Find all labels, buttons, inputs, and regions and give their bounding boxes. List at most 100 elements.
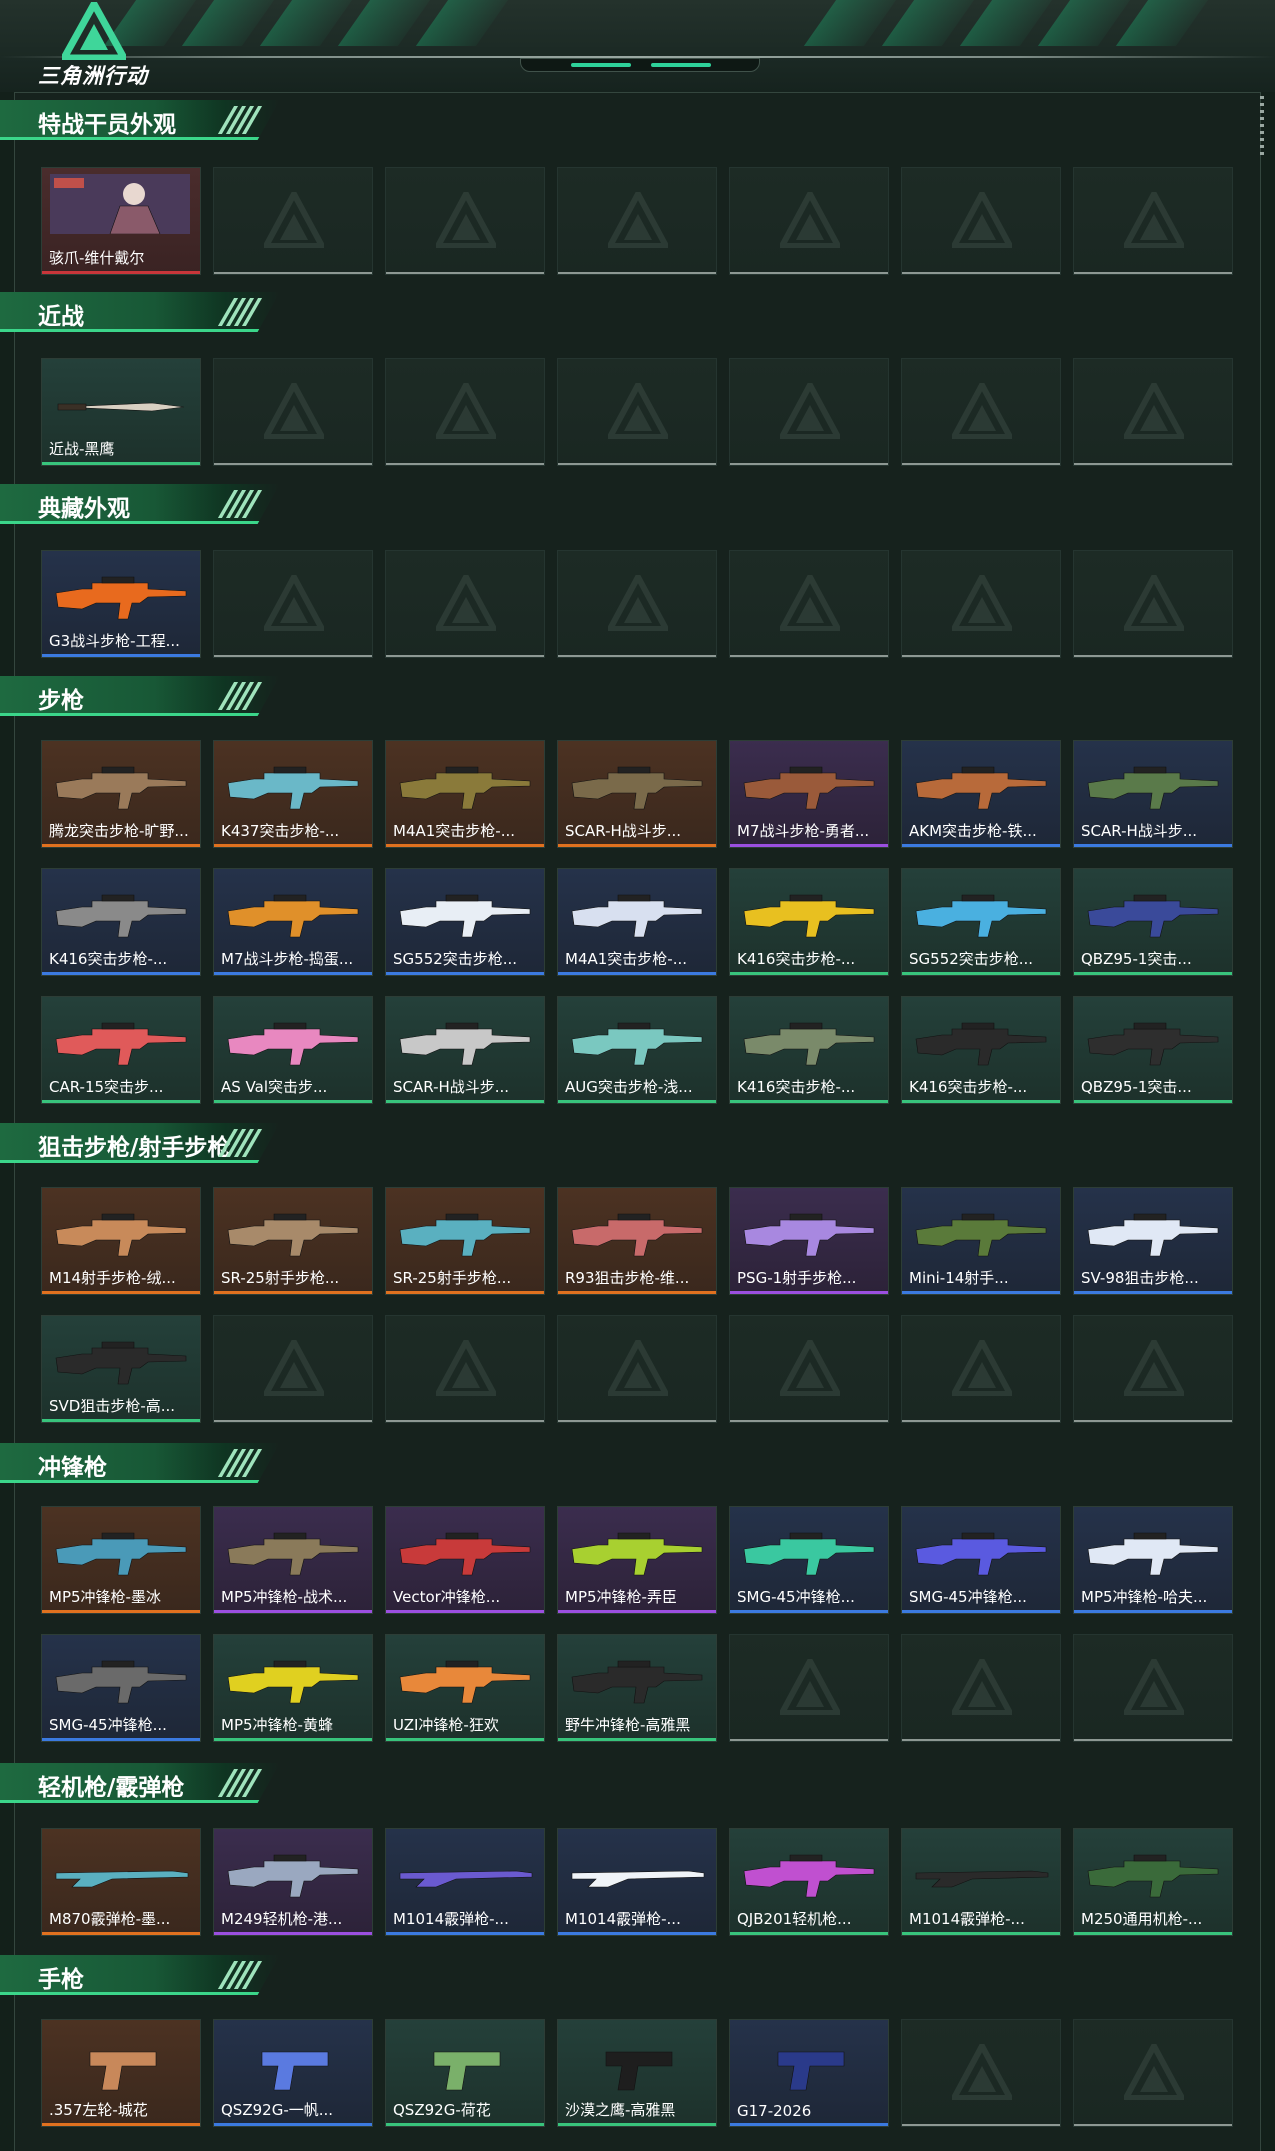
item-name: M7战斗步枪-捣蛋...: [221, 950, 354, 968]
item-card[interactable]: K416突击步枪-...: [729, 996, 889, 1104]
empty-slot-emblem-icon: [608, 192, 668, 248]
item-card[interactable]: M1014霰弹枪-...: [901, 1828, 1061, 1936]
item-card[interactable]: MP5冲锋枪-墨冰: [41, 1506, 201, 1614]
item-card[interactable]: QBZ95-1突击...: [1073, 996, 1233, 1104]
item-card[interactable]: AS Val突击步...: [213, 996, 373, 1104]
empty-slot-bar: [386, 1420, 544, 1422]
item-card[interactable]: K416突击步枪-...: [41, 868, 201, 976]
item-card[interactable]: SCAR-H战斗步...: [1073, 740, 1233, 848]
rarity-bar: [214, 1610, 372, 1613]
item-name: G3战斗步枪-工程...: [49, 632, 180, 650]
rarity-bar: [214, 1738, 372, 1741]
scroll-indicator[interactable]: [1260, 96, 1264, 156]
item-card[interactable]: QBZ95-1突击...: [1073, 868, 1233, 976]
empty-slot-bar: [902, 272, 1060, 274]
item-card[interactable]: SCAR-H战斗步...: [385, 996, 545, 1104]
item-card[interactable]: R93狙击步枪-维...: [557, 1187, 717, 1295]
rarity-bar: [42, 1291, 200, 1294]
item-card[interactable]: M4A1突击步枪-...: [385, 740, 545, 848]
item-card[interactable]: 腾龙突击步枪-旷野...: [41, 740, 201, 848]
item-name: 骇爪-维什戴尔: [49, 249, 145, 267]
item-card[interactable]: G17-2026: [729, 2019, 889, 2127]
rarity-bar: [214, 2123, 372, 2126]
item-card[interactable]: K416突击步枪-...: [729, 868, 889, 976]
empty-slot-emblem-icon: [264, 575, 324, 631]
item-card[interactable]: M14射手步枪-绒...: [41, 1187, 201, 1295]
item-card[interactable]: M250通用机枪-...: [1073, 1828, 1233, 1936]
item-card[interactable]: 沙漠之鹰-高雅黑: [557, 2019, 717, 2127]
item-name: M250通用机枪-...: [1081, 1910, 1203, 1928]
item-card[interactable]: Mini-14射手...: [901, 1187, 1061, 1295]
item-card[interactable]: M249轻机枪-港...: [213, 1828, 373, 1936]
item-card[interactable]: Vector冲锋枪...: [385, 1506, 545, 1614]
item-card[interactable]: SG552突击步枪...: [901, 868, 1061, 976]
item-card[interactable]: MP5冲锋枪-弄臣: [557, 1506, 717, 1614]
item-card[interactable]: SV-98狙击步枪...: [1073, 1187, 1233, 1295]
header-slash-decoration: [217, 490, 263, 518]
rarity-bar: [902, 844, 1060, 847]
empty-slot-emblem-icon: [780, 1340, 840, 1396]
item-card[interactable]: QJB201轻机枪...: [729, 1828, 889, 1936]
item-name: QBZ95-1突击...: [1081, 950, 1192, 968]
item-card[interactable]: AKM突击步枪-铁...: [901, 740, 1061, 848]
item-card[interactable]: 近战-黑鹰: [41, 358, 201, 466]
item-card[interactable]: K437突击步枪-...: [213, 740, 373, 848]
item-card[interactable]: MP5冲锋枪-哈夫...: [1073, 1506, 1233, 1614]
item-card[interactable]: K416突击步枪-...: [901, 996, 1061, 1104]
item-card[interactable]: MP5冲锋枪-战术...: [213, 1506, 373, 1614]
item-card[interactable]: AUG突击步枪-浅...: [557, 996, 717, 1104]
item-card[interactable]: M870霰弹枪-墨...: [41, 1828, 201, 1936]
item-card[interactable]: SR-25射手步枪...: [385, 1187, 545, 1295]
item-card[interactable]: SG552突击步枪...: [385, 868, 545, 976]
section-title: 近战: [38, 304, 84, 330]
empty-slot-bar: [730, 1739, 888, 1741]
rarity-bar: [558, 2123, 716, 2126]
item-card[interactable]: M1014霰弹枪-...: [557, 1828, 717, 1936]
empty-slot-bar: [902, 1420, 1060, 1422]
rifle-icon: [396, 1015, 536, 1075]
item-card[interactable]: QSZ92G-荷花: [385, 2019, 545, 2127]
item-card[interactable]: QSZ92G-一帆...: [213, 2019, 373, 2127]
empty-slot: [385, 1315, 545, 1423]
item-card[interactable]: SVD狙击步枪-高...: [41, 1315, 201, 1423]
item-card[interactable]: M7战斗步枪-勇者...: [729, 740, 889, 848]
rifle-icon: [224, 759, 364, 819]
header-underline: [0, 1800, 260, 1803]
empty-slot-emblem-icon: [952, 2044, 1012, 2100]
empty-slot-emblem-icon: [436, 192, 496, 248]
item-card[interactable]: SMG-45冲锋枪...: [901, 1506, 1061, 1614]
rarity-bar: [902, 972, 1060, 975]
sniper-icon: [568, 1206, 708, 1266]
item-card[interactable]: UZI冲锋枪-狂欢: [385, 1634, 545, 1742]
empty-slot-emblem-icon: [780, 1659, 840, 1715]
rifle-icon: [224, 887, 364, 947]
section-title: 狙击步枪/射手步枪: [38, 1135, 231, 1161]
item-card[interactable]: M7战斗步枪-捣蛋...: [213, 868, 373, 976]
rifle-icon: [568, 1015, 708, 1075]
item-card[interactable]: G3战斗步枪-工程...: [41, 550, 201, 658]
item-card[interactable]: 野牛冲锋枪-高雅黑: [557, 1634, 717, 1742]
item-card[interactable]: M4A1突击步枪-...: [557, 868, 717, 976]
item-name: QSZ92G-荷花: [393, 2101, 491, 2119]
header-slash-decoration: [217, 106, 263, 134]
item-card[interactable]: .357左轮-城花: [41, 2019, 201, 2127]
section-header-lmg-shotguns: 轻机枪/霰弹枪: [0, 1763, 280, 1803]
item-card[interactable]: M1014霰弹枪-...: [385, 1828, 545, 1936]
rarity-bar: [386, 1738, 544, 1741]
item-card[interactable]: PSG-1射手步枪...: [729, 1187, 889, 1295]
item-card[interactable]: CAR-15突击步...: [41, 996, 201, 1104]
sniper-icon: [912, 1206, 1052, 1266]
section-title: 典藏外观: [38, 496, 130, 522]
item-card[interactable]: SMG-45冲锋枪...: [729, 1506, 889, 1614]
item-card[interactable]: MP5冲锋枪-黄蜂: [213, 1634, 373, 1742]
item-card[interactable]: 骇爪-维什戴尔: [41, 167, 201, 275]
item-card[interactable]: SR-25射手步枪...: [213, 1187, 373, 1295]
smg-icon: [396, 1525, 536, 1585]
rarity-bar: [42, 462, 200, 465]
item-card[interactable]: SCAR-H战斗步...: [557, 740, 717, 848]
rifle-icon: [396, 887, 536, 947]
rarity-bar: [558, 1291, 716, 1294]
rarity-bar: [214, 844, 372, 847]
item-card[interactable]: SMG-45冲锋枪...: [41, 1634, 201, 1742]
empty-slot-bar: [558, 1420, 716, 1422]
